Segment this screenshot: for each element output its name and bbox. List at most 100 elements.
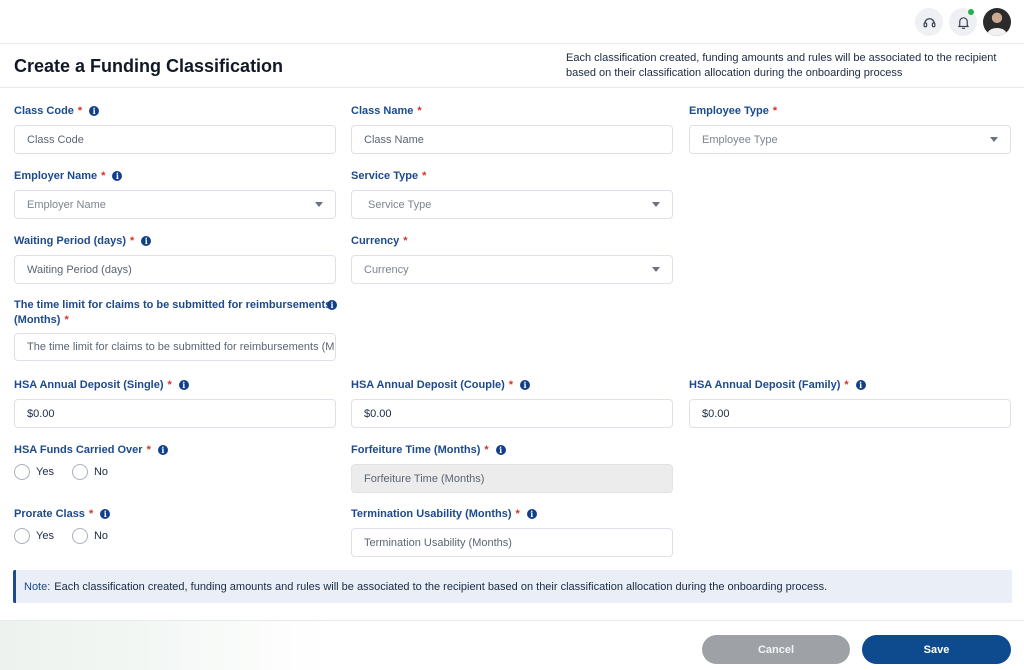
support-button[interactable] [915, 8, 943, 36]
hsa-single-field: HSA Annual Deposit (Single) * i $0.00 [14, 378, 336, 428]
termination-label: Termination Usability (Months) [351, 508, 512, 520]
chevron-down-icon [652, 267, 660, 272]
radio-no[interactable] [71, 528, 88, 544]
save-button[interactable]: Save [862, 635, 1011, 664]
hsa-carried-yes-option[interactable]: Yes [14, 464, 54, 480]
info-icon[interactable]: i [178, 380, 189, 390]
service-type-select[interactable]: Service Type [351, 190, 673, 219]
hsa-carried-no-option[interactable]: No [71, 464, 108, 480]
required-asterisk: * [417, 105, 422, 117]
info-icon[interactable]: i [157, 445, 168, 455]
forfeiture-field: Forfeiture Time (Months) * i Forfeiture Ti… [351, 443, 673, 493]
employee-type-field: Employee Type * Employee Type [689, 104, 1011, 154]
hsa-couple-field: HSA Annual Deposit (Couple) * i $0.00 [351, 378, 673, 428]
class-code-label: Class Code [14, 105, 74, 117]
note-label: Note: [24, 580, 51, 593]
radio-yes[interactable] [14, 528, 30, 544]
hsa-family-label: HSA Annual Deposit (Family) [689, 379, 841, 391]
prorate-field: Prorate Class * i Yes No [14, 507, 336, 544]
hsa-carried-radio-group: Yes No [14, 464, 336, 480]
required-asterisk: * [844, 379, 849, 391]
user-avatar[interactable] [983, 8, 1011, 36]
hsa-couple-label: HSA Annual Deposit (Couple) [351, 379, 505, 391]
time-limit-input[interactable]: The time limit for claims to be submitte… [14, 333, 336, 361]
chevron-down-icon [990, 137, 998, 142]
radio-yes[interactable] [14, 464, 30, 480]
notification-dot [968, 9, 974, 15]
note-banner: Note: Each classification created, fundi… [13, 570, 1012, 603]
info-icon[interactable]: i [855, 380, 866, 390]
waiting-period-field: Waiting Period (days) * i Waiting Period (… [14, 234, 336, 284]
class-name-label: Class Name [351, 105, 414, 117]
forfeiture-input: Forfeiture Time (Months) [351, 464, 673, 493]
info-icon[interactable]: i [112, 171, 123, 181]
service-type-placeholder: Service Type [368, 198, 432, 211]
currency-select[interactable]: Currency [351, 255, 673, 284]
required-asterisk: * [515, 508, 520, 520]
info-icon[interactable]: i [495, 445, 506, 455]
service-type-label: Service Type [351, 170, 419, 182]
class-code-field: Class Code * i Class Code [14, 104, 336, 154]
class-code-input[interactable]: Class Code [14, 125, 336, 154]
service-type-field: Service Type * Service Type [351, 169, 673, 219]
cancel-button[interactable]: Cancel [702, 635, 850, 664]
time-limit-field: The time limit for claims to be submitte… [14, 298, 337, 361]
required-asterisk: * [146, 444, 151, 456]
hsa-single-label: HSA Annual Deposit (Single) [14, 379, 164, 391]
prorate-radio-group: Yes No [14, 528, 336, 544]
hsa-family-input[interactable]: $0.00 [689, 399, 1011, 428]
class-name-input[interactable]: Class Name [351, 125, 673, 154]
class-name-field: Class Name * Class Name [351, 104, 673, 154]
required-asterisk: * [77, 105, 83, 117]
required-asterisk: * [167, 379, 172, 391]
headset-icon [923, 17, 935, 27]
page-title: Create a Funding Classification [14, 56, 284, 76]
notifications-button[interactable] [949, 8, 977, 36]
info-icon[interactable]: i [100, 509, 111, 519]
currency-placeholder: Currency [364, 263, 409, 276]
top-bar [0, 0, 1024, 44]
bell-icon [957, 16, 969, 29]
info-icon[interactable]: i [520, 380, 531, 390]
required-asterisk: * [508, 379, 514, 391]
employer-name-placeholder: Employer Name [27, 198, 106, 211]
info-icon[interactable]: i [141, 236, 152, 246]
footer-bar: Cancel Save [0, 620, 1024, 670]
required-asterisk: * [484, 444, 489, 456]
prorate-yes-option[interactable]: Yes [14, 528, 54, 544]
termination-input[interactable]: Termination Usability (Months) [351, 528, 673, 557]
employee-type-label: Employee Type [689, 105, 769, 117]
required-asterisk: * [772, 105, 778, 117]
radio-no[interactable] [71, 464, 88, 480]
hsa-couple-input[interactable]: $0.00 [351, 399, 673, 428]
info-icon[interactable]: i [327, 300, 337, 310]
currency-label: Currency [351, 235, 400, 247]
employer-name-field: Employer Name * i Employer Name [14, 169, 336, 219]
page-header: Create a Funding Classification Each cla… [0, 44, 1024, 88]
info-icon[interactable]: i [526, 509, 537, 519]
chevron-down-icon [315, 202, 323, 207]
employee-type-placeholder: Employee Type [702, 133, 778, 146]
hsa-single-input[interactable]: $0.00 [14, 399, 336, 428]
info-icon[interactable]: i [89, 106, 100, 116]
prorate-label: Prorate Class [14, 508, 85, 520]
employee-type-select[interactable]: Employee Type [689, 125, 1011, 154]
waiting-period-label: Waiting Period (days) [14, 235, 127, 247]
time-limit-label: The time limit for claims to be submitte… [14, 298, 337, 328]
required-asterisk: * [101, 170, 106, 182]
termination-field: Termination Usability (Months) * i Termina… [351, 507, 673, 557]
prorate-no-option[interactable]: No [71, 528, 108, 544]
employer-name-label: Employer Name [14, 170, 98, 182]
currency-field: Currency * Currency [351, 234, 673, 284]
required-asterisk: * [403, 235, 408, 247]
hsa-carried-label: HSA Funds Carried Over [14, 444, 143, 456]
employer-name-select[interactable]: Employer Name [14, 190, 336, 219]
required-asterisk: * [422, 170, 427, 182]
chevron-down-icon [652, 202, 660, 207]
required-asterisk: * [88, 508, 94, 520]
header-description: Each classification created, funding amo… [566, 52, 997, 79]
waiting-period-input[interactable]: Waiting Period (days) [14, 255, 336, 284]
hsa-family-field: HSA Annual Deposit (Family) * i $0.00 [689, 378, 1011, 428]
forfeiture-label: Forfeiture Time (Months) [351, 444, 481, 456]
required-asterisk: * [130, 235, 135, 247]
